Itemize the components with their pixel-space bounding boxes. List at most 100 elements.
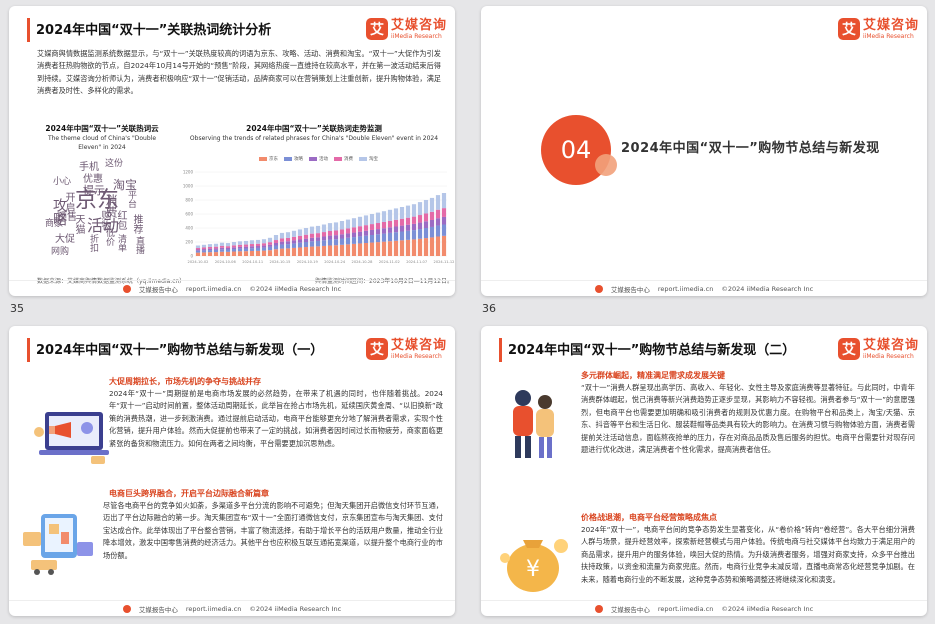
chart-bar-segment (321, 224, 327, 233)
iimedia-logo: 艾 艾媒咨询 iiMedia Research (837, 338, 919, 360)
cloud-word: 红包 (115, 210, 126, 230)
chart-bar-segment (303, 228, 309, 235)
chart-bar-segment (411, 216, 417, 224)
chart-bar-segment (321, 240, 327, 246)
chart-bar-segment (195, 249, 201, 251)
chart-bar-segment (285, 244, 291, 249)
slide-footer: 艾媒报告中心 report.iimedia.cn ©2024 iiMedia R… (481, 280, 927, 296)
intro-paragraph: 艾媒商舆情数据监测系统数据显示，与“双十一”关联热度较高的词语为京东、攻略、活动… (37, 49, 441, 96)
slide-38[interactable]: 2024年中国“双十一”购物节总结与新发现（二） 艾 艾媒咨询 iiMedia … (481, 326, 927, 616)
chart-bar-segment (213, 243, 219, 247)
chart-bar-segment (195, 245, 201, 249)
chart-bar-segment (273, 240, 279, 243)
slide-footer: 艾媒报告中心 report.iimedia.cn ©2024 iiMedia R… (9, 600, 455, 616)
cloud-word: 天猫 (73, 214, 84, 234)
chart-bar-segment (351, 237, 357, 244)
chart-bar-segment (387, 232, 393, 242)
cloud-word: 开启 (63, 192, 74, 212)
chart-bar-segment (255, 239, 261, 244)
chart-bar-segment (423, 213, 429, 222)
chart-bar-segment (423, 221, 429, 228)
chart-bar-segment (369, 235, 375, 243)
chart-bar-segment (243, 244, 249, 247)
chart-bar-segment (201, 252, 207, 256)
logo-mark-icon: 艾 (837, 18, 860, 40)
chart-bar-segment (315, 240, 321, 247)
chart-bar-segment (231, 242, 237, 246)
chart-bar-segment (363, 235, 369, 244)
chart-bar-segment (441, 208, 447, 217)
chart-bar-segment (207, 246, 213, 249)
money-bag-illustration: ¥ (500, 539, 568, 592)
chart-bar-segment (285, 248, 291, 256)
chart-bar-segment (393, 240, 399, 256)
chart-bar-segment (267, 246, 273, 251)
chart-bar-segment (279, 232, 285, 239)
cloud-subtitle: The theme cloud of China's "Double Eleve… (47, 135, 157, 151)
chart-bar-segment (363, 243, 369, 256)
chart-bar-segment (261, 243, 267, 246)
chart-bar-segment (285, 232, 291, 238)
chart-bar-segment (207, 250, 213, 253)
chart-bar-segment (243, 240, 249, 245)
chart-bar-segment (399, 218, 405, 226)
chart-bar-segment (393, 208, 399, 220)
svg-text:¥: ¥ (526, 557, 540, 582)
report-center-icon (122, 284, 131, 293)
footer-url[interactable]: report.iimedia.cn (658, 605, 714, 613)
x-tick-label: 2024-10-24 (324, 260, 346, 264)
consumer-group-illustration (513, 390, 554, 458)
page-number-36: 36 (482, 302, 496, 315)
chart-bar-segment (351, 232, 357, 238)
slide-36[interactable]: 艾 艾媒咨询 iiMedia Research 04 2024年中国“双十一”购… (481, 6, 927, 296)
chart-bar-segment (285, 237, 291, 242)
chart-bar-segment (213, 252, 219, 256)
footer-url[interactable]: report.iimedia.cn (658, 285, 714, 293)
slide-37[interactable]: 2024年中国“双十一”购物节总结与新发现（一） 艾 艾媒咨询 iiMedia … (9, 326, 455, 616)
footer-label: 艾媒报告中心 (138, 285, 178, 294)
report-center-icon (594, 604, 603, 613)
footer-url[interactable]: report.iimedia.cn (186, 285, 242, 293)
chart-bar-segment (231, 251, 237, 256)
chart-bar-segment (393, 232, 399, 241)
chart-bar-segment (333, 230, 339, 236)
x-tick-label: 2024-10-02 (188, 260, 209, 264)
iimedia-logo: 艾 艾媒咨询 iiMedia Research (365, 338, 447, 360)
chart-bar-segment (375, 223, 381, 230)
footer-copyright: ©2024 iiMedia Research Inc (249, 284, 342, 293)
chart-bar-segment (435, 236, 441, 256)
chart-bar-segment (273, 245, 279, 250)
y-tick-label: 1000 (183, 184, 194, 189)
slide-title: 2024年中国“双十一”购物节总结与新发现（一） (36, 343, 324, 358)
footer-url[interactable]: report.iimedia.cn (186, 605, 242, 613)
chart-bar-segment (345, 237, 351, 245)
chart-bar-segment (309, 233, 315, 238)
slide-35[interactable]: 2024年中国“双十一”关联热词统计分析 艾 艾媒咨询 iiMedia Rese… (9, 6, 455, 296)
chart-bar-segment (339, 229, 345, 235)
chart-bar-segment (327, 230, 333, 236)
iimedia-logo: 艾 艾媒咨询 iiMedia Research (837, 18, 919, 40)
chart-bar-segment (429, 226, 435, 238)
chart-bar-segment (291, 243, 297, 248)
chart-bar-segment (429, 237, 435, 256)
chart-bar-segment (297, 242, 303, 248)
chart-bar-segment (213, 249, 219, 253)
page-number-35: 35 (10, 302, 24, 315)
chart-bar-segment (393, 226, 399, 233)
section-paragraph-1: “双十一”消费人群呈现出高学历、高收入、年轻化、女性主导及家庭消费等显著特征。与… (581, 383, 915, 455)
y-tick-label: 0 (190, 254, 193, 259)
cloud-word: 直播 (134, 236, 144, 254)
slide-footer: 艾媒报告中心 report.iimedia.cn ©2024 iiMedia R… (9, 280, 455, 296)
footer-label: 艾媒报告中心 (138, 605, 178, 614)
chart-bar-segment (207, 252, 213, 256)
chart-bar-segment (201, 250, 207, 253)
chart-bar-segment (279, 238, 285, 242)
chart-bar-segment (249, 240, 255, 245)
chart-bar-segment (219, 247, 225, 250)
footer-copyright: ©2024 iiMedia Research Inc (721, 604, 814, 613)
chart-bar-segment (321, 245, 327, 256)
chart-bar-segment (339, 221, 345, 230)
chart-bar-segment (225, 251, 231, 256)
chart-bar-segment (273, 249, 279, 256)
chart-bar-segment (411, 204, 417, 217)
